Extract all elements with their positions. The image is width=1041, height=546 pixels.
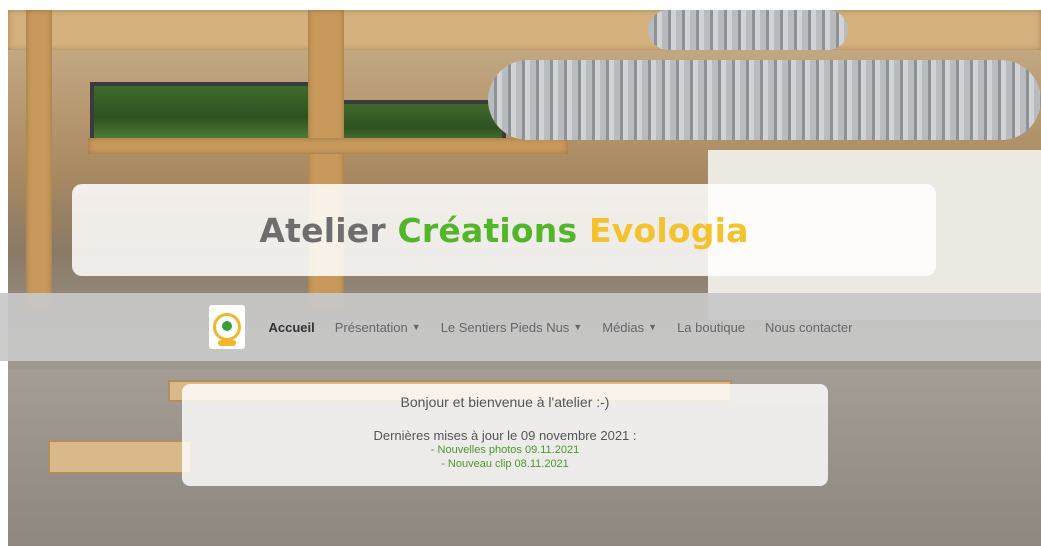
update-heading: Dernières mises à jour le 09 novembre 20… bbox=[373, 428, 637, 443]
nav-item-medias[interactable]: Médias ▼ bbox=[592, 320, 667, 335]
site-title-banner: Atelier Créations Evologia bbox=[72, 184, 936, 276]
nav-item-contact[interactable]: Nous contacter bbox=[755, 320, 862, 335]
update-link-clip[interactable]: - Nouveau clip 08.11.2021 bbox=[182, 457, 828, 471]
nav-item-boutique[interactable]: La boutique bbox=[667, 320, 755, 335]
site-title: Atelier Créations Evologia bbox=[259, 211, 748, 250]
site-title-word-creations: Créations bbox=[397, 210, 578, 250]
caret-down-icon: ▼ bbox=[411, 322, 421, 332]
logo-emblem-icon bbox=[212, 313, 241, 341]
main-navbar: Accueil Présentation ▼ Le Sentiers Pieds… bbox=[0, 293, 1041, 361]
site-logo[interactable] bbox=[208, 305, 245, 349]
site-title-word-atelier: Atelier bbox=[259, 210, 386, 250]
nav-item-accueil[interactable]: Accueil bbox=[259, 320, 325, 335]
site-title-word-evologia: Evologia bbox=[589, 210, 749, 250]
caret-down-icon: ▼ bbox=[648, 322, 658, 332]
nav-item-sentiers-pieds-nus[interactable]: Le Sentiers Pieds Nus ▼ bbox=[431, 320, 593, 335]
nav-item-presentation[interactable]: Présentation ▼ bbox=[325, 320, 431, 335]
welcome-panel: Bonjour et bienvenue à l'atelier :-) Der… bbox=[182, 384, 828, 486]
caret-down-icon: ▼ bbox=[573, 322, 583, 332]
welcome-greeting: Bonjour et bienvenue à l'atelier :-) bbox=[400, 394, 610, 410]
update-link-photos[interactable]: - Nouvelles photos 09.11.2021 bbox=[182, 443, 828, 457]
